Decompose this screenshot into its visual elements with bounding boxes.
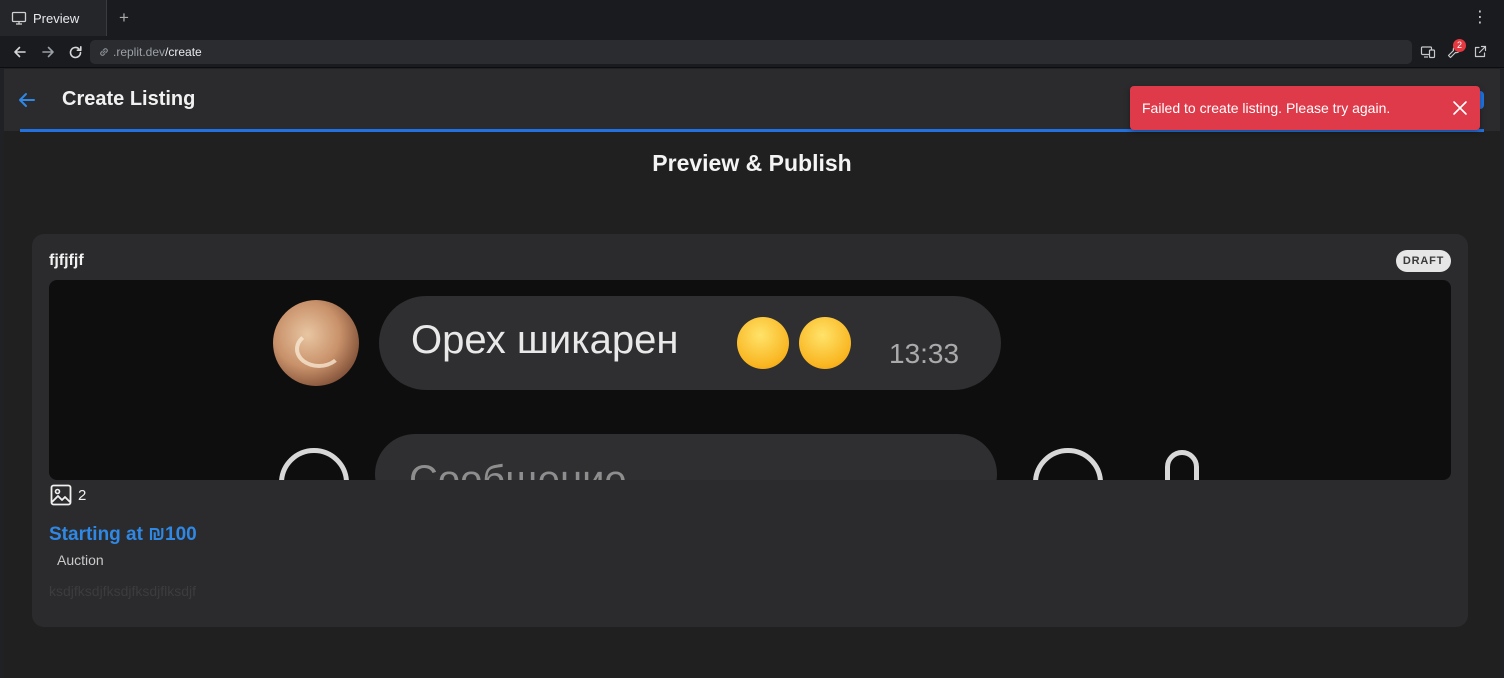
- url-path: /create: [165, 45, 202, 59]
- reload-icon: [69, 45, 82, 58]
- new-tab-button[interactable]: +: [114, 8, 134, 28]
- chat-message-time: 13:33: [889, 338, 960, 369]
- forward-button[interactable]: [38, 42, 58, 62]
- error-toast: Failed to create listing. Please try aga…: [1130, 86, 1480, 130]
- relieved-emoji-icon: [799, 317, 851, 369]
- arrow-right-icon: [42, 46, 54, 58]
- devices-icon: [1420, 46, 1436, 59]
- chat-message-text: Орех шикарен: [411, 318, 679, 362]
- monitor-icon: [11, 11, 27, 25]
- image-icon: [50, 484, 72, 506]
- address-bar[interactable]: .replit.dev/create: [90, 40, 1412, 64]
- listing-main-image[interactable]: Орех шикарен 13:33 Сообщение: [49, 280, 1451, 480]
- listing-preview-card: fjfjfjf DRAFT Орех шикарен 13:33 Сообщен…: [32, 234, 1468, 627]
- listing-title: fjfjfjf: [49, 252, 84, 269]
- image-count-value: 2: [78, 486, 87, 504]
- app-root: Create Listing Failed to create listing.…: [4, 69, 1500, 678]
- page-header-title: Create Listing: [62, 88, 196, 110]
- open-new-window-button[interactable]: [1470, 42, 1490, 62]
- image-count: 2: [49, 483, 86, 507]
- listing-description: ksdjfksdjfksdjfksdjflksdjf: [49, 583, 197, 599]
- devices-button[interactable]: [1418, 42, 1438, 62]
- chat-message-bubble: Орех шикарен 13:33: [379, 296, 1001, 390]
- header-back-button[interactable]: [16, 89, 38, 111]
- smiley-icon: [1033, 448, 1103, 480]
- app-header: Create Listing Failed to create listing.…: [4, 69, 1500, 132]
- link-icon: [100, 48, 108, 56]
- listing-price: Starting at ₪100: [49, 524, 197, 545]
- close-icon: [1453, 101, 1467, 115]
- reload-button[interactable]: [65, 42, 85, 62]
- listing-type: Auction: [57, 552, 104, 568]
- external-link-icon: [1474, 45, 1487, 58]
- browser-menu-button[interactable]: ⋮: [1470, 8, 1490, 28]
- back-button[interactable]: [10, 42, 30, 62]
- browser-tabstrip: Preview + ⋮: [0, 0, 1504, 36]
- devtools-badge: 2: [1453, 39, 1466, 52]
- chat-avatar: [273, 300, 359, 386]
- section-title: Preview & Publish: [652, 150, 852, 176]
- browser-tab-title: Preview: [33, 10, 80, 26]
- microphone-icon: [1165, 450, 1199, 480]
- chat-input-field: Сообщение: [375, 434, 997, 480]
- arrow-left-icon: [14, 46, 26, 58]
- plus-circle-icon: [279, 448, 349, 480]
- arrow-left-icon: [19, 93, 35, 107]
- browser-navbar: .replit.dev/create 2: [0, 36, 1504, 68]
- url-host: .replit.dev: [113, 45, 166, 59]
- status-badge: DRAFT: [1396, 250, 1451, 272]
- error-toast-message: Failed to create listing. Please try aga…: [1142, 100, 1391, 116]
- toast-close-button[interactable]: [1450, 98, 1470, 118]
- chat-input-placeholder: Сообщение: [409, 458, 627, 480]
- smiling-emoji-icon: [737, 317, 789, 369]
- browser-tab-preview[interactable]: Preview: [0, 0, 107, 36]
